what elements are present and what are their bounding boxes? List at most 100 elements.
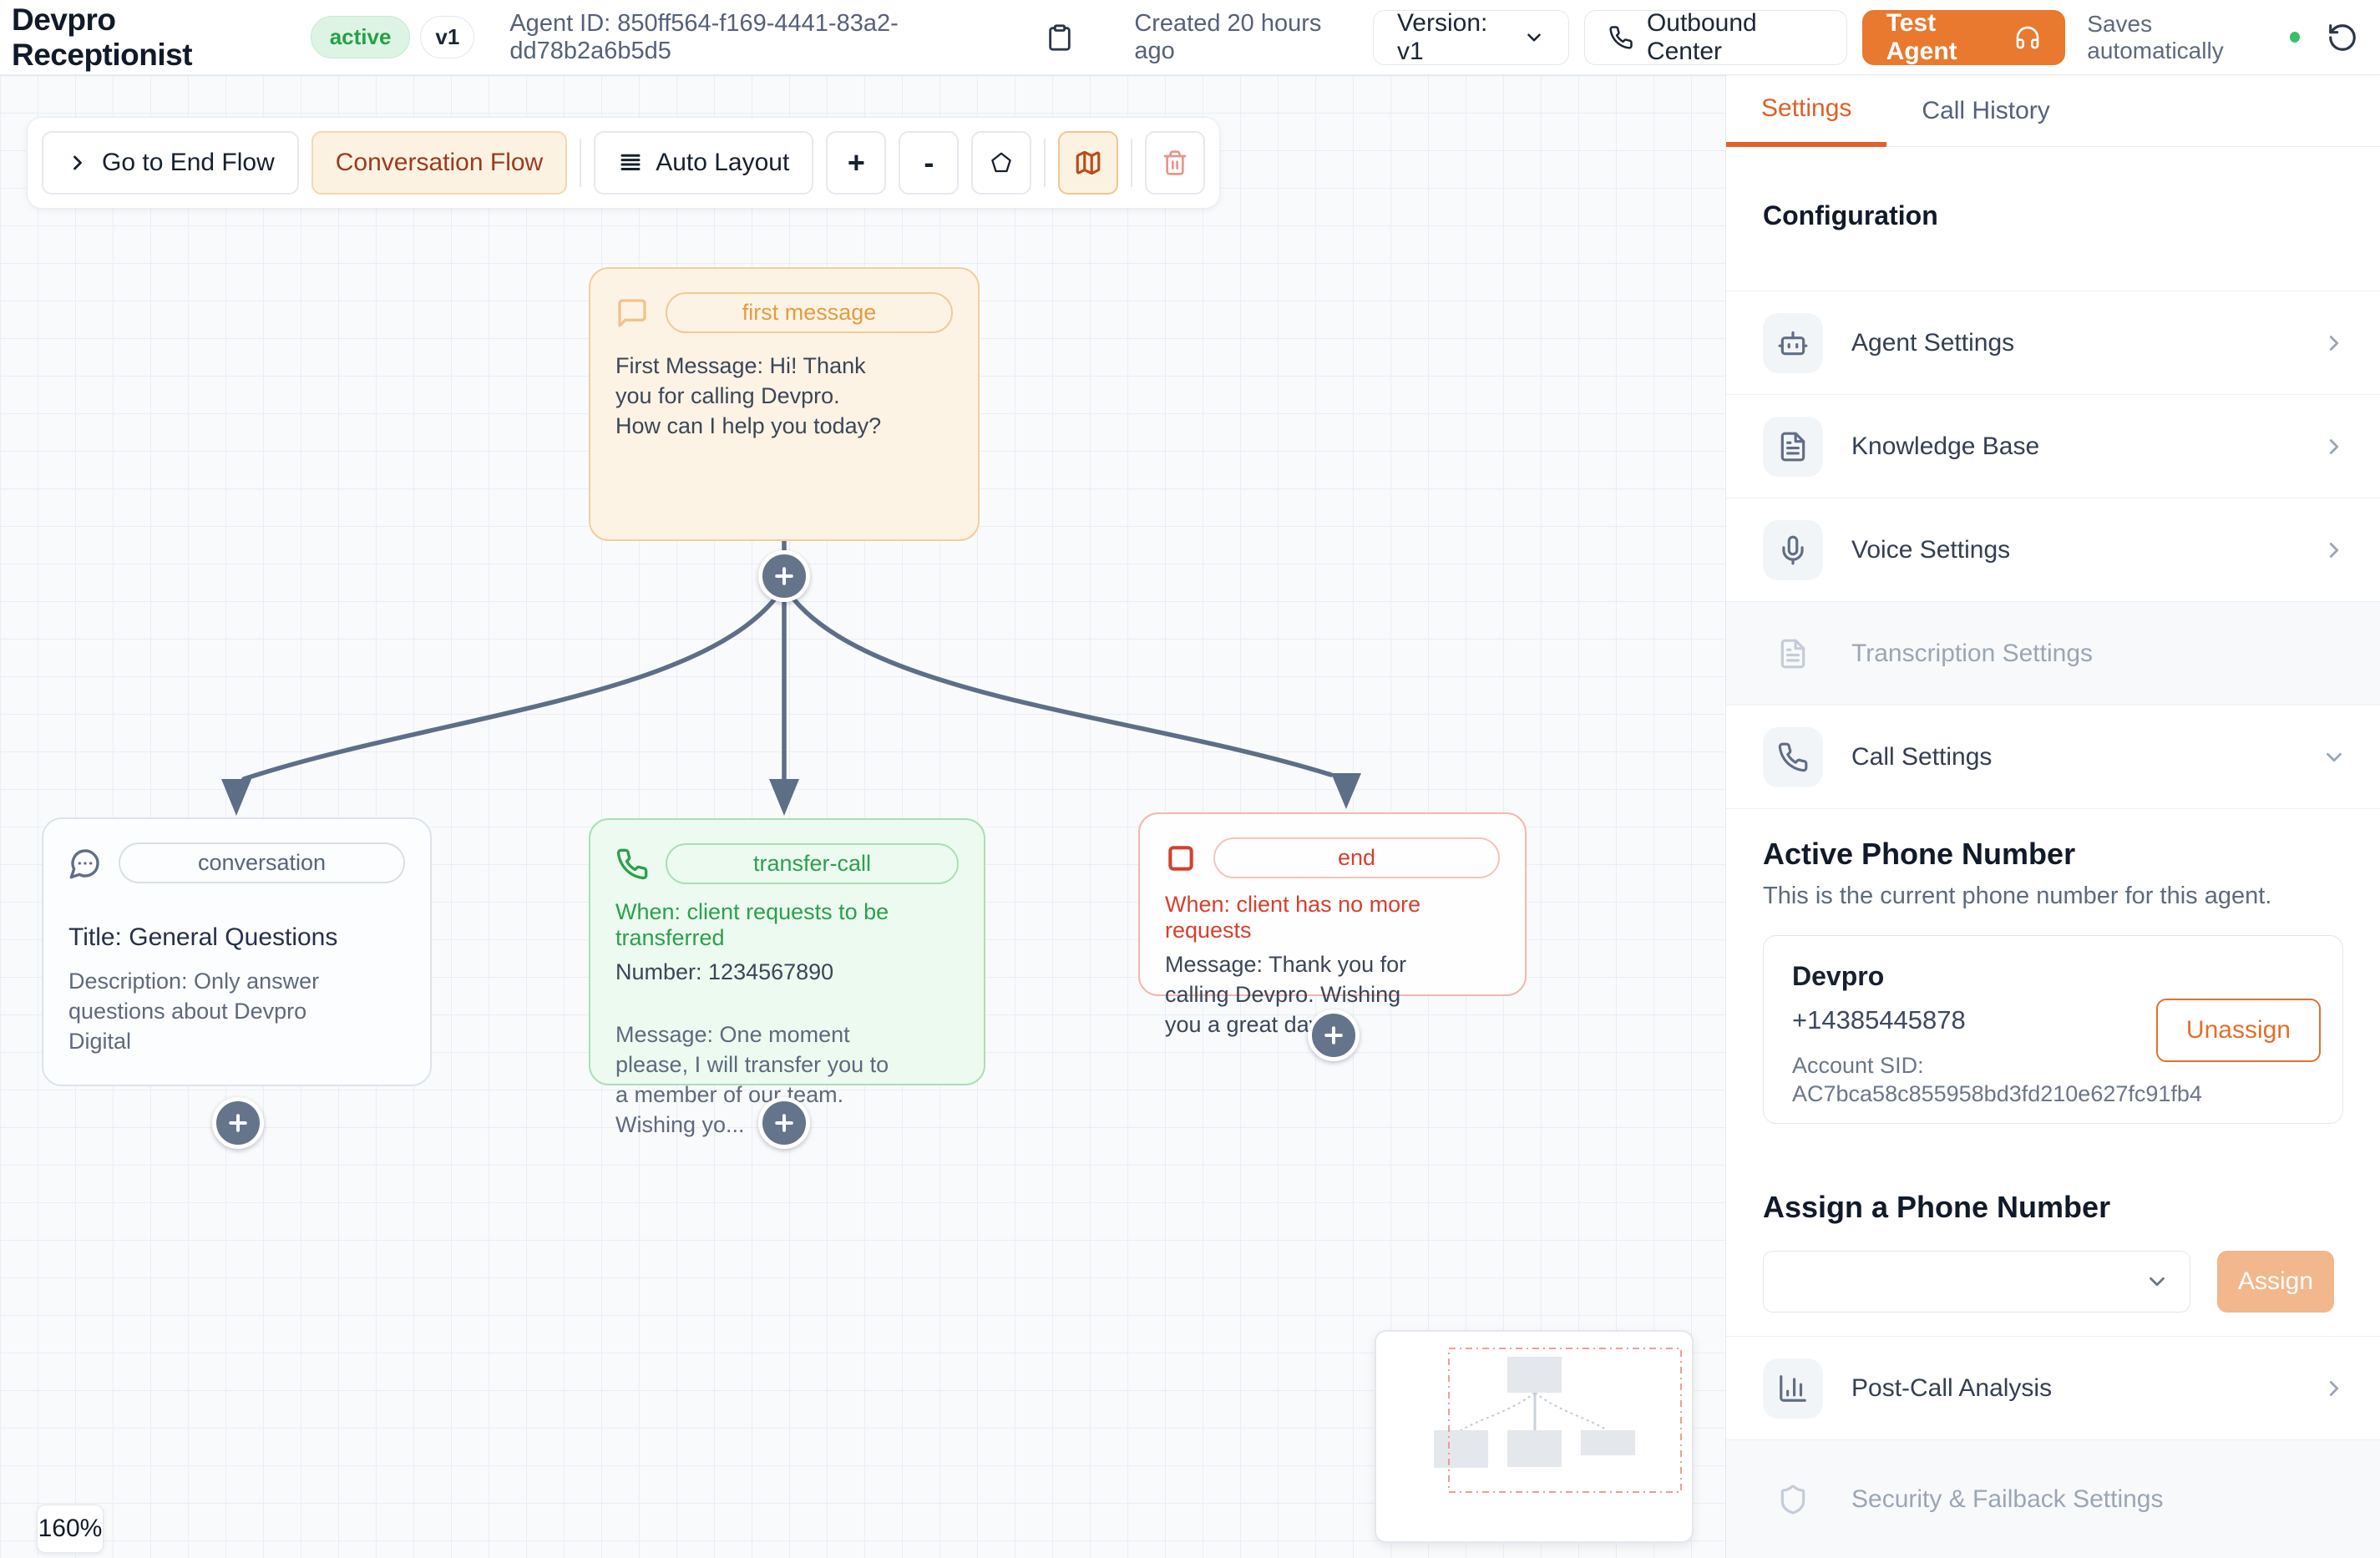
chevron-right-icon (2322, 434, 2347, 459)
sidebar-item-label: Agent Settings (1851, 329, 2322, 357)
toolbar-divider (1131, 139, 1132, 187)
outbound-center-button[interactable]: Outbound Center (1584, 10, 1847, 65)
conversation-flow-label: Conversation Flow (336, 149, 543, 177)
history-restore-button[interactable] (2327, 22, 2358, 53)
auto-layout-label: Auto Layout (656, 149, 789, 177)
sidebar-item-security-failback: Security & Failback Settings (1726, 1440, 2380, 1558)
sidebar-item-label: Call Settings (1851, 743, 2322, 771)
node-transfer-call[interactable]: transfer-call When: client requests to b… (589, 818, 985, 1085)
agent-id-text: Agent ID: 850ff564-f169-4441-83a2-dd78b2… (509, 10, 1030, 65)
conversation-description: Description: Only answer questions about… (68, 967, 352, 1057)
headphones-icon (2014, 24, 2041, 51)
transfer-number-text: Number: 1234567890 (615, 959, 959, 985)
transfer-message-text: Message: One moment please, I will trans… (615, 1020, 899, 1141)
chevron-right-icon (2322, 538, 2347, 563)
auto-layout-button[interactable]: Auto Layout (594, 131, 813, 195)
toolbar-divider (1044, 139, 1046, 187)
sidebar-item-post-call-analysis[interactable]: Post-Call Analysis (1726, 1337, 2380, 1440)
zoom-out-button[interactable]: - (899, 131, 959, 195)
conversation-flow-button[interactable]: Conversation Flow (311, 131, 567, 195)
node-conversation[interactable]: conversation Title: General Questions De… (42, 817, 432, 1086)
header: Devpro Receptionist active v1 Agent ID: … (0, 0, 2380, 75)
trash-icon (1162, 149, 1188, 176)
autosave-status-dot (2290, 32, 2300, 43)
sidebar-item-label: Voice Settings (1851, 536, 2322, 564)
autosave-label: Saves automatically (2087, 11, 2280, 64)
chevron-down-icon (1523, 27, 1545, 48)
copy-agent-id-button[interactable] (1046, 23, 1074, 52)
bar-chart-icon (1763, 1358, 1823, 1419)
first-message-text: First Message: Hi! Thank you for calling… (615, 352, 891, 442)
zoom-in-button[interactable]: + (826, 131, 886, 195)
node-header: first message (615, 292, 953, 333)
minimap-content (1376, 1332, 1692, 1541)
go-to-end-flow-button[interactable]: Go to End Flow (42, 131, 299, 195)
sidebar-item-label: Transcription Settings (1851, 640, 2347, 668)
go-to-end-flow-label: Go to End Flow (102, 149, 275, 177)
sidebar-item-transcription-settings: Transcription Settings (1726, 602, 2380, 706)
toolbar-divider (580, 139, 581, 187)
outbound-center-label: Outbound Center (1647, 9, 1823, 66)
clipboard-icon (1046, 23, 1074, 52)
chat-dots-icon (68, 847, 102, 880)
add-node-button[interactable] (212, 1097, 264, 1149)
tab-call-history[interactable]: Call History (1886, 75, 2084, 146)
chevron-right-icon (2322, 1376, 2347, 1401)
end-when-text: When: client has no more requests (1165, 892, 1500, 943)
assign-button[interactable]: Assign (2217, 1251, 2334, 1313)
speech-bubble-icon (615, 296, 649, 330)
header-actions: Version: v1 Outbound Center Test Agent S… (1373, 10, 2358, 65)
node-type-badge: conversation (119, 842, 405, 883)
plus-icon (1321, 1023, 1346, 1048)
assign-phone-controls: Assign (1763, 1251, 2343, 1313)
phone-icon (1608, 25, 1633, 50)
flow-canvas[interactable]: Go to End Flow Conversation Flow Auto La… (0, 75, 1725, 1558)
add-node-button[interactable] (1308, 1009, 1360, 1061)
sidebar-item-label: Post-Call Analysis (1851, 1374, 2322, 1403)
tab-settings[interactable]: Settings (1726, 75, 1886, 147)
settings-sidebar: Settings Call History Configuration Agen… (1725, 75, 2380, 1558)
sidebar-item-call-settings[interactable]: Call Settings (1726, 706, 2380, 809)
chevron-down-icon (2322, 745, 2347, 770)
sidebar-item-knowledge-base[interactable]: Knowledge Base (1726, 395, 2380, 498)
sidebar-item-label: Knowledge Base (1851, 432, 2322, 461)
zoom-in-label: + (848, 145, 865, 180)
version-selector[interactable]: Version: v1 (1373, 10, 1569, 65)
plus-icon (225, 1110, 251, 1136)
delete-button[interactable] (1145, 131, 1205, 195)
phone-icon (615, 847, 649, 881)
phone-name: Devpro (1792, 961, 2314, 992)
phone-number-select[interactable] (1763, 1251, 2190, 1313)
node-end[interactable]: end When: client has no more requests Me… (1138, 812, 1527, 996)
sidebar-item-voice-settings[interactable]: Voice Settings (1726, 498, 2380, 602)
rows-icon (618, 150, 643, 175)
fit-view-button[interactable] (971, 131, 1031, 195)
canvas-toolbar: Go to End Flow Conversation Flow Auto La… (27, 117, 1220, 209)
robot-icon (1763, 313, 1823, 373)
node-header: transfer-call (615, 843, 959, 884)
shield-icon (1763, 1469, 1823, 1530)
version-badge: v1 (420, 16, 474, 58)
add-node-button[interactable] (758, 550, 810, 602)
sidebar-item-label: Security & Failback Settings (1851, 1485, 2347, 1514)
minimap-toggle-button[interactable] (1058, 131, 1118, 195)
unassign-button[interactable]: Unassign (2156, 999, 2321, 1062)
autosave-status: Saves automatically (2087, 11, 2300, 64)
rotate-ccw-icon (2327, 22, 2358, 53)
node-header: end (1165, 837, 1500, 878)
version-selector-label: Version: v1 (1397, 9, 1510, 66)
minimap[interactable] (1375, 1330, 1694, 1543)
test-agent-label: Test Agent (1886, 9, 2002, 66)
assign-phone-title: Assign a Phone Number (1763, 1189, 2343, 1226)
node-type-badge: transfer-call (666, 843, 959, 884)
active-phone-title: Active Phone Number (1763, 836, 2343, 873)
node-first-message[interactable]: first message First Message: Hi! Thank y… (589, 267, 980, 541)
test-agent-button[interactable]: Test Agent (1862, 10, 2066, 65)
sidebar-item-agent-settings[interactable]: Agent Settings (1726, 291, 2380, 395)
add-node-button[interactable] (758, 1097, 810, 1149)
end-message-text: Message: Thank you for calling Devpro. W… (1165, 950, 1428, 1040)
microphone-icon (1763, 520, 1823, 580)
sidebar-tabs: Settings Call History (1726, 75, 2380, 147)
chevron-right-icon (66, 151, 89, 175)
phone-icon (1763, 727, 1823, 787)
